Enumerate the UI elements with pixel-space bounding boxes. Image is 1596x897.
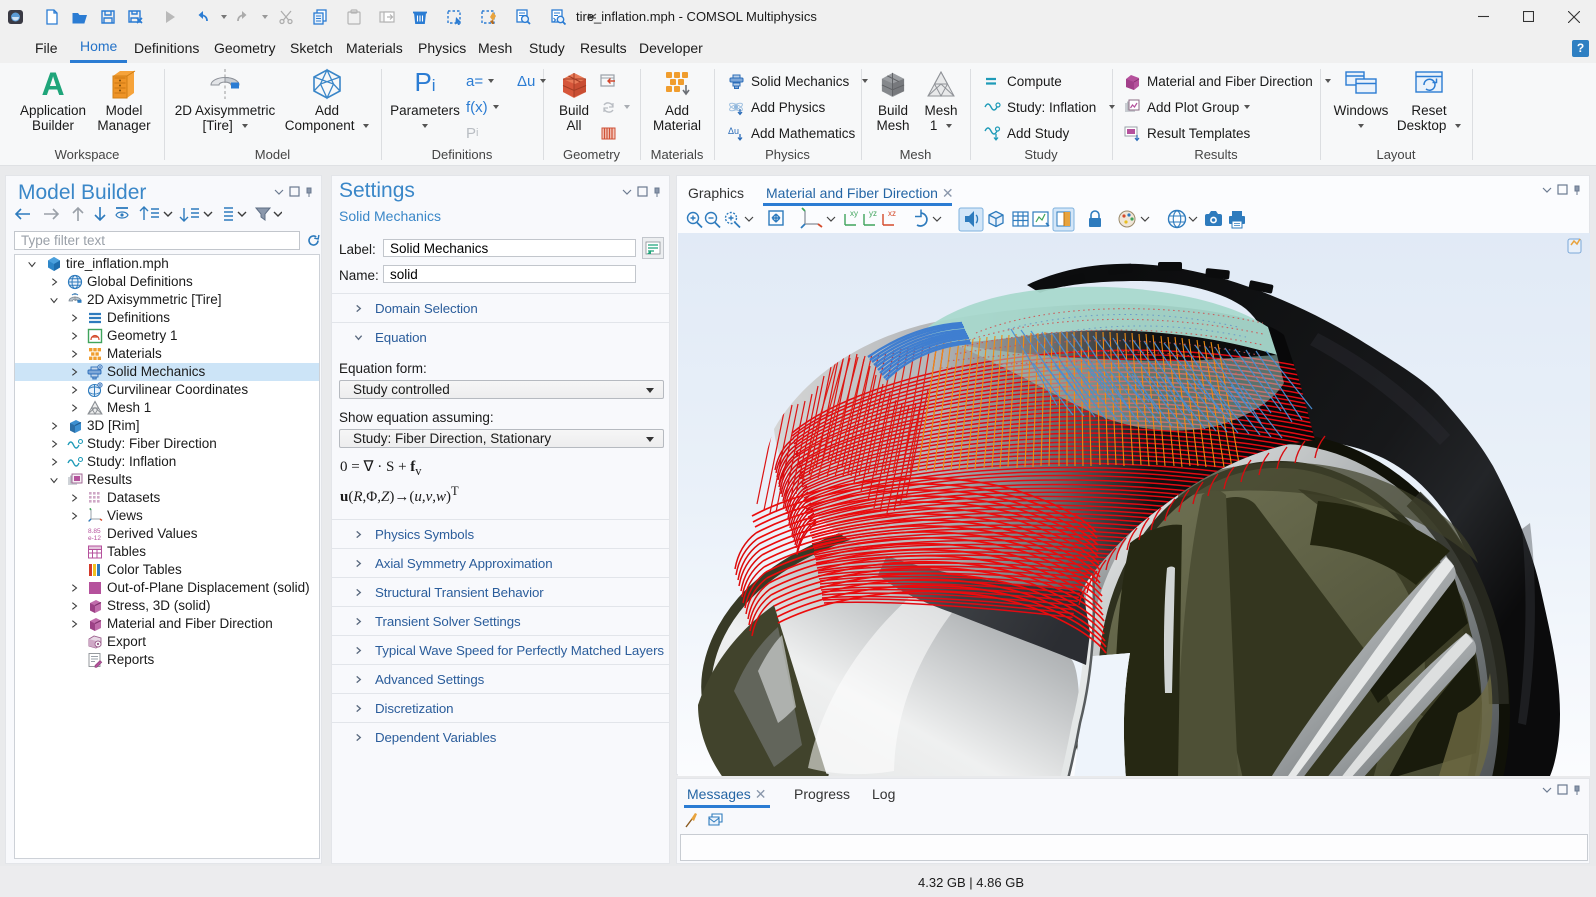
svg-text:yz: yz: [869, 209, 877, 218]
svg-text:xy: xy: [850, 209, 858, 218]
svg-text:xz: xz: [888, 209, 896, 218]
svg-text:Δu: Δu: [728, 126, 739, 136]
